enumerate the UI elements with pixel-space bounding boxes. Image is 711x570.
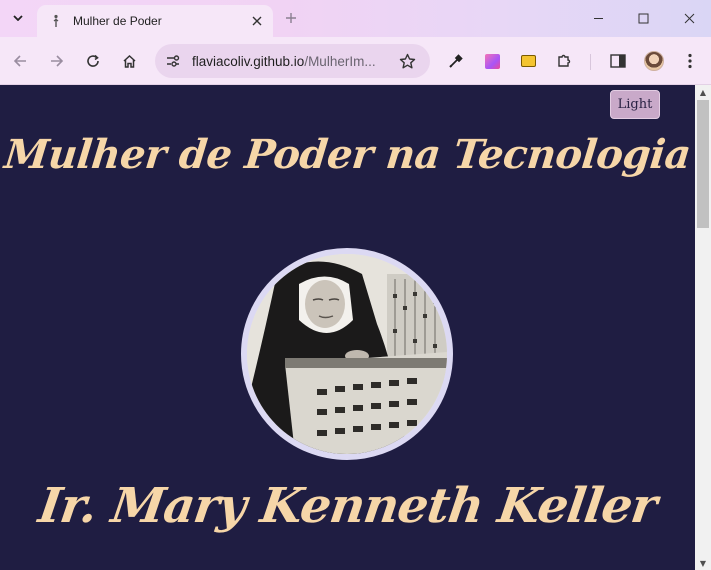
tab-title: Mulher de Poder [73,14,162,28]
bookmark-star-icon[interactable] [398,52,416,70]
extensions-puzzle-icon[interactable] [553,50,575,72]
page-viewport: Light Mulher de Poder na Tecnologia Ir. … [0,85,695,570]
page-scrollbar[interactable]: ▲ ▼ [695,85,711,570]
gradient-extension-icon[interactable] [481,50,503,72]
maximize-icon [638,13,648,23]
side-panel-icon[interactable] [607,50,629,72]
url-path: /MulherIm... [304,53,376,69]
tab-search-button[interactable] [6,7,30,29]
scroll-down-arrow-icon[interactable]: ▼ [695,556,711,570]
toolbar-divider [590,54,591,70]
minimize-icon [593,17,603,19]
chevron-down-icon [13,15,23,21]
tab-active[interactable]: Mulher de Poder [37,5,273,37]
browser-toolbar: flaviacoliv.github.io/MulherIm... [0,37,711,85]
reload-button[interactable] [81,49,105,73]
close-tab-icon[interactable] [247,11,267,31]
scroll-up-arrow-icon[interactable]: ▲ [695,85,711,99]
title-bar: Mulher de Poder [0,0,711,37]
kebab-menu-icon[interactable] [679,50,701,72]
portrait-image [241,248,453,460]
back-button[interactable] [8,49,32,73]
page-title: Mulher de Poder na Tecnologia [2,131,693,178]
scroll-thumb[interactable] [697,100,709,228]
forward-button[interactable] [45,49,69,73]
plus-icon [286,13,296,23]
theme-toggle-button[interactable]: Light [610,90,660,119]
close-window-button[interactable] [676,6,702,30]
page-favicon-icon [49,14,63,28]
minimize-button[interactable] [585,6,611,30]
new-tab-button[interactable] [280,7,302,29]
site-settings-icon[interactable] [161,49,185,73]
arrow-right-icon [51,55,64,67]
close-icon [684,13,694,23]
home-button[interactable] [117,49,141,73]
eyedropper-extension-icon[interactable] [445,50,467,72]
home-icon [122,54,136,68]
address-bar[interactable]: flaviacoliv.github.io/MulherIm... [155,44,430,78]
url-text: flaviacoliv.github.io/MulherIm... [192,54,388,69]
url-host: flaviacoliv.github.io [192,53,305,69]
featured-person-name: Ir. Mary Kenneth Keller [35,478,660,534]
profile-avatar[interactable] [643,50,665,72]
cast-extension-icon[interactable] [517,50,539,72]
arrow-left-icon [13,55,26,67]
maximize-button[interactable] [630,6,656,30]
reload-icon [87,54,99,67]
